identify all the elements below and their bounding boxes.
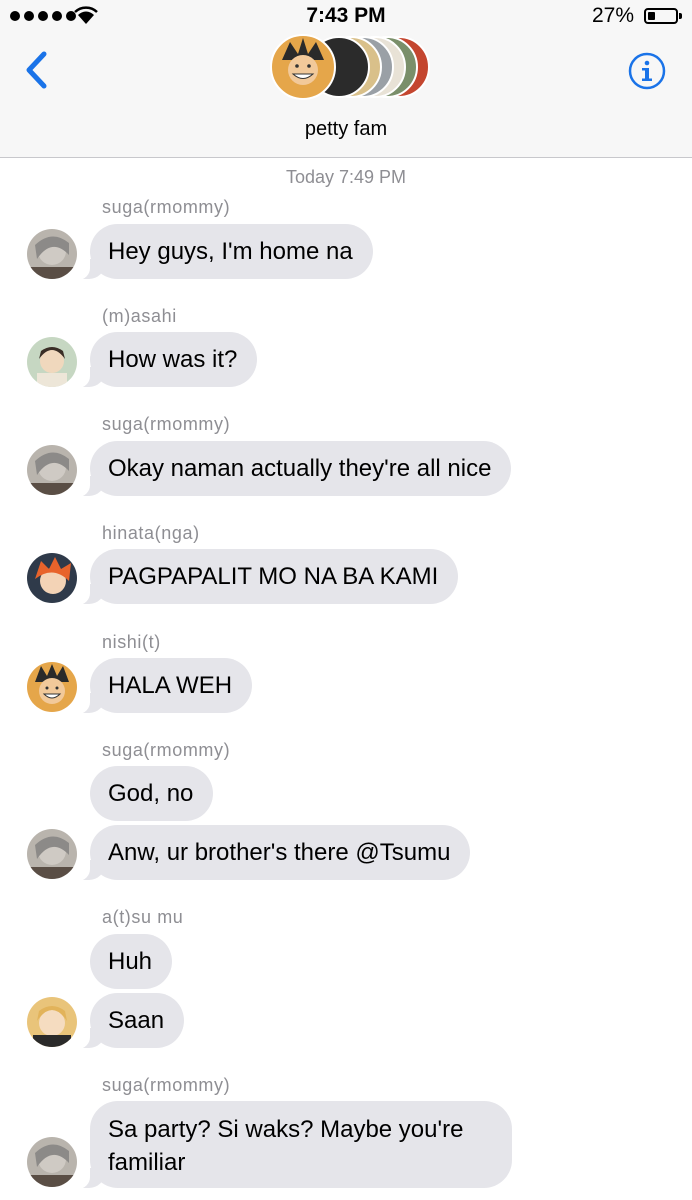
sender-name: suga(rmommy) — [102, 414, 231, 434]
status-bar: 7:43 PM 27% — [0, 0, 692, 34]
message-bubble[interactable]: Huh — [90, 934, 173, 989]
message-bubble[interactable]: God, no — [90, 766, 214, 821]
message-bubble[interactable]: HALA WEH — [77, 658, 253, 714]
sender-avatar-suga[interactable] — [27, 829, 77, 879]
message-text: HALA WEH — [108, 671, 233, 699]
chevron-left-icon — [26, 51, 47, 89]
message-text: Anw, ur brother's there @Tsumu — [108, 838, 451, 866]
sender-avatar-suga[interactable] — [27, 1137, 77, 1187]
message-text: How was it? — [108, 345, 238, 373]
group-main-avatar — [270, 34, 336, 100]
info-icon — [628, 52, 666, 90]
message-text: PAGPAPALIT MO NA BA KAMI — [108, 562, 439, 590]
message-bubble[interactable]: Sa party? Si waks? Maybe you're familiar — [78, 1101, 512, 1189]
message-text: Sa party? Si waks? Maybe you're familiar — [108, 1116, 464, 1176]
sender-name: nishi(t) — [102, 632, 161, 652]
message-text: Okay naman actually they're all nice — [108, 454, 492, 482]
sender-name: a(t)su mu — [102, 907, 184, 927]
group-avatar-stack[interactable] — [270, 34, 430, 100]
status-time: 7:43 PM — [306, 4, 386, 27]
message-text: God, no — [108, 779, 194, 807]
message-bubble[interactable]: Anw, ur brother's there @Tsumu — [77, 825, 471, 881]
group-name[interactable]: petty fam — [0, 118, 692, 141]
message-bubble[interactable]: Okay naman actually they're all nice — [77, 441, 512, 497]
battery-percentage: 27% — [591, 4, 634, 27]
battery-level — [648, 12, 655, 20]
conversation-timestamp: Today 7:49 PM — [285, 167, 407, 187]
sender-avatar-suga[interactable] — [27, 229, 77, 279]
message-bubble[interactable]: Hey guys, I'm home na — [78, 224, 373, 280]
message-bubble[interactable]: How was it? — [77, 332, 258, 388]
message-bubble[interactable]: PAGPAPALIT MO NA BA KAMI — [77, 549, 459, 605]
battery-icon — [644, 8, 682, 24]
message-bubble[interactable]: Saan — [77, 993, 185, 1049]
sender-name: suga(rmommy) — [102, 740, 231, 760]
sender-avatar-nishi[interactable] — [27, 662, 77, 712]
sender-avatar-asahi[interactable] — [27, 337, 77, 387]
sender-name: suga(rmommy) — [102, 1075, 231, 1095]
sender-name: (m)asahi — [102, 306, 177, 326]
sender-avatar-hinata[interactable] — [27, 553, 77, 603]
info-button[interactable] — [628, 52, 666, 90]
back-button[interactable] — [22, 50, 54, 90]
sender-avatar-suga[interactable] — [27, 445, 77, 495]
sender-avatar-atsumu[interactable] — [27, 997, 77, 1047]
sender-name: suga(rmommy) — [102, 197, 231, 217]
message-text: Hey guys, I'm home na — [108, 237, 353, 265]
sender-name: hinata(nga) — [102, 523, 200, 543]
message-text: Huh — [108, 947, 153, 975]
message-text: Saan — [108, 1006, 165, 1034]
